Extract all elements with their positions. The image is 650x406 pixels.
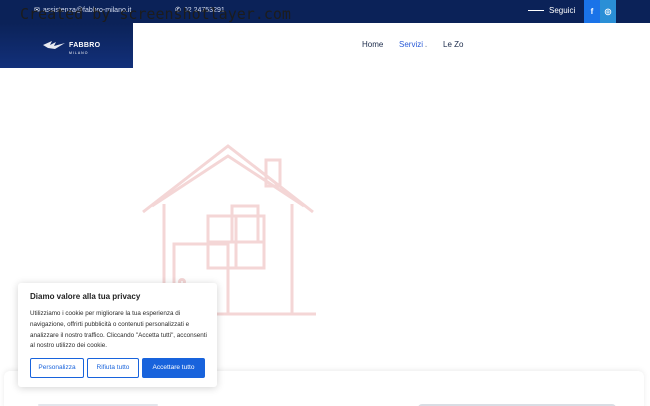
seguici-text: Seguici [549,6,576,15]
chevron-down-icon: ⌄ [424,43,429,49]
cookie-reject-button[interactable]: Rifiuta tutto [87,358,139,378]
site-logo[interactable]: FABBRO MILANO [42,35,100,56]
instagram-icon[interactable]: ◎ [600,0,616,23]
cookie-body: Utilizziamo i cookie per migliorare la t… [30,310,207,350]
logo-wing-icon [43,41,65,50]
nav-home[interactable]: Home [362,40,383,49]
nav-servizi-label: Servizi [399,40,424,49]
cookie-title: Diamo valore alla tua privacy [30,292,141,301]
seguici-divider [528,10,544,12]
nav-le-zone[interactable]: Le Zo [443,40,463,49]
nav-servizi[interactable]: Servizi⌄ [399,40,428,49]
logo-line1: FABBRO [69,42,101,49]
nav-lezo-label: Le Zo [443,40,464,49]
facebook-icon[interactable]: f [584,0,600,23]
cookie-banner: Diamo valore alla tua privacy Utilizziam… [18,283,217,387]
watermark: Created by screenshotlayer.com [20,5,291,23]
logo-line2: MILANO [69,51,89,55]
logo-block: FABBRO MILANO [0,23,133,68]
nav-home-label: Home [362,40,384,49]
cookie-accept-button[interactable]: Accettare tutto [142,358,205,378]
cookie-customize-button[interactable]: Personalizza [30,358,84,378]
seguici-label: Seguici [528,6,575,15]
